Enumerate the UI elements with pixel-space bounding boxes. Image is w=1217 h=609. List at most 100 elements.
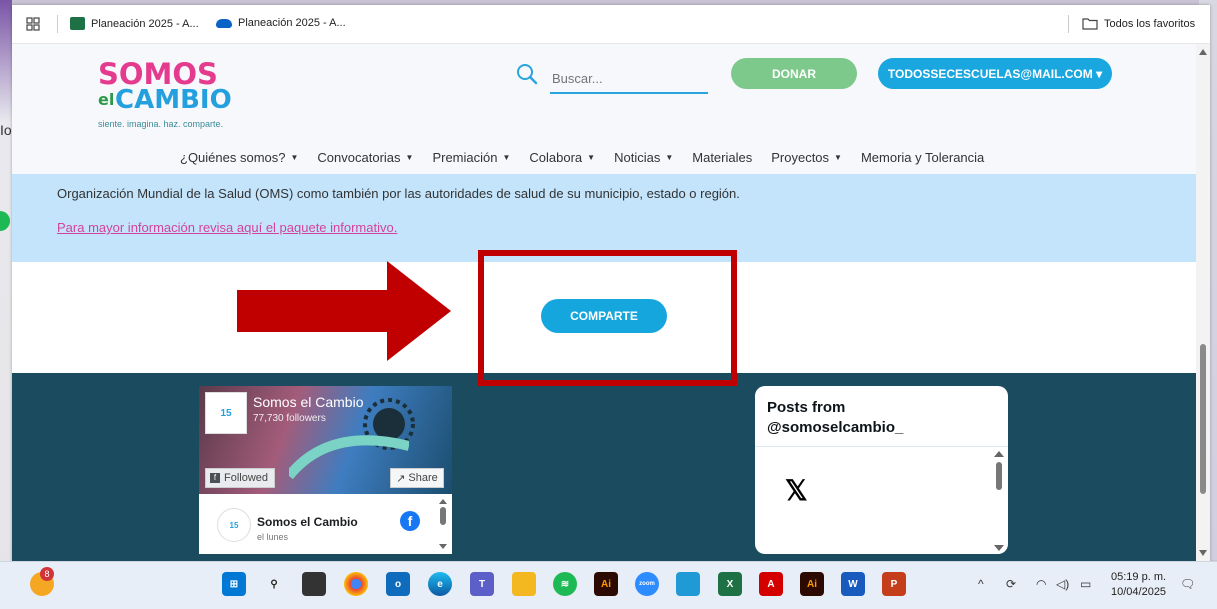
onedrive-icon bbox=[216, 18, 232, 28]
illustrator-icon-2[interactable]: Ai bbox=[800, 572, 824, 596]
favorites-separator bbox=[1068, 15, 1069, 33]
folder-icon bbox=[1082, 18, 1098, 30]
bookmark-label: Planeación 2025 - A... bbox=[238, 17, 346, 29]
caret-down-icon: ▼ bbox=[290, 153, 299, 162]
search-icon[interactable] bbox=[515, 62, 539, 86]
x-timeline-title[interactable]: Posts from @somoselcambio_ bbox=[767, 398, 967, 438]
caret-down-icon: ▼ bbox=[502, 153, 511, 162]
clock-time: 05:19 p. m. bbox=[1111, 571, 1167, 583]
paint-icon[interactable] bbox=[676, 572, 700, 596]
x-timeline-widget[interactable]: Posts from @somoselcambio_ 𝕏 bbox=[755, 386, 1008, 554]
info-package-link[interactable]: Para mayor información revisa aquí el pa… bbox=[57, 220, 397, 235]
edge-icon[interactable]: e bbox=[428, 572, 452, 596]
red-arrow-icon bbox=[237, 261, 451, 361]
nav-label: Memoria y Tolerancia bbox=[860, 150, 985, 165]
share-label: Share bbox=[408, 472, 438, 484]
post-author-avatar: 15 bbox=[217, 508, 251, 542]
outlook-icon[interactable]: o bbox=[386, 572, 410, 596]
caret-down-icon: ▼ bbox=[587, 153, 596, 162]
file-explorer-icon[interactable] bbox=[512, 572, 536, 596]
nav-label: Proyectos bbox=[771, 150, 830, 165]
facebook-small-icon: f bbox=[210, 473, 220, 483]
main-nav: ¿Quiénes somos? ▼ Convocatorias ▼ Premiaci… bbox=[180, 150, 1003, 165]
facebook-page-widget[interactable]: 15 Somos el Cambio 77,730 followers f Fo… bbox=[199, 386, 452, 554]
logo-tagline: siente. imagina. haz. comparte. bbox=[98, 119, 224, 129]
facebook-logo-icon: f bbox=[400, 511, 420, 531]
logo-cambio: CAMBIO bbox=[115, 85, 232, 115]
x-logo-icon: 𝕏 bbox=[785, 475, 808, 506]
info-text: Organización Mundial de la Salud (OMS) c… bbox=[57, 186, 740, 201]
nav-premiacion[interactable]: Premiación ▼ bbox=[432, 150, 510, 165]
facebook-page-avatar: 15 bbox=[205, 392, 247, 434]
facebook-share-button[interactable]: ↗ Share bbox=[390, 468, 444, 488]
show-hidden-icons[interactable]: ^ bbox=[978, 577, 984, 591]
bookmark-planeacion-onedrive[interactable]: Planeación 2025 - A... bbox=[216, 17, 346, 29]
clock-date: 10/04/2025 bbox=[1111, 586, 1167, 598]
nav-label: ¿Quiénes somos? bbox=[180, 150, 286, 165]
task-view-icon[interactable] bbox=[302, 572, 326, 596]
post-author-name[interactable]: Somos el Cambio bbox=[257, 515, 358, 529]
logo-el: el bbox=[98, 90, 115, 109]
post-time: el lunes bbox=[257, 532, 289, 542]
info-banner: Organización Mundial de la Salud (OMS) c… bbox=[12, 174, 1196, 262]
excel-icon[interactable]: X bbox=[718, 572, 742, 596]
illustrator-icon[interactable]: Ai bbox=[594, 572, 618, 596]
nav-label: Colabora bbox=[529, 150, 583, 165]
windows-start-icon[interactable]: ⊞ bbox=[222, 572, 246, 596]
wifi-icon[interactable]: ◠ bbox=[1036, 577, 1046, 591]
sync-icon[interactable]: ⟳ bbox=[1006, 577, 1016, 591]
site-header: SOMOS el CAMBIO siente. imagina. haz. co… bbox=[12, 44, 1196, 174]
all-favorites-folder[interactable]: Todos los favoritos bbox=[1082, 17, 1195, 30]
volume-icon[interactable]: ◁) bbox=[1056, 577, 1069, 591]
nav-label: Noticias bbox=[614, 150, 661, 165]
nav-proyectos[interactable]: Proyectos ▼ bbox=[771, 150, 842, 165]
search-icon[interactable]: ⚲ bbox=[262, 572, 286, 596]
notifications-icon[interactable]: 🗨 bbox=[1180, 577, 1195, 591]
nav-colabora[interactable]: Colabora ▼ bbox=[529, 150, 595, 165]
teams-icon[interactable]: T bbox=[470, 572, 494, 596]
chrome-icon[interactable] bbox=[344, 572, 368, 596]
system-clock[interactable]: 05:19 p. m. 10/04/2025 bbox=[1111, 570, 1166, 600]
bookmarks-separator bbox=[57, 15, 58, 33]
acrobat-icon[interactable]: A bbox=[759, 572, 783, 596]
desktop-window-fragment: Io bbox=[0, 122, 12, 138]
caret-down-icon: ▼ bbox=[405, 153, 414, 162]
nav-convocatorias[interactable]: Convocatorias ▼ bbox=[317, 150, 413, 165]
bookmark-planeacion-excel[interactable]: Planeación 2025 - A... bbox=[70, 17, 199, 30]
nav-memoria-tolerancia[interactable]: Memoria y Tolerancia bbox=[861, 150, 984, 165]
powerpoint-icon[interactable]: P bbox=[882, 572, 906, 596]
nav-label: Materiales bbox=[692, 150, 753, 165]
x-divider bbox=[755, 446, 1008, 447]
nav-quienes-somos[interactable]: ¿Quiénes somos? ▼ bbox=[180, 150, 298, 165]
nav-label: Premiación bbox=[432, 150, 498, 165]
facebook-page-name[interactable]: Somos el Cambio bbox=[253, 394, 364, 410]
facebook-post: 15 Somos el Cambio el lunes f bbox=[199, 496, 452, 554]
account-menu-button[interactable]: TODOSSECESCUELAS@MAIL.COM ▾ bbox=[878, 58, 1112, 89]
apps-grid-icon[interactable] bbox=[26, 17, 40, 31]
nav-noticias[interactable]: Noticias ▼ bbox=[614, 150, 673, 165]
share-arrow-icon: ↗ bbox=[396, 472, 406, 485]
notification-badge: 8 bbox=[40, 567, 54, 581]
bookmark-label: Planeación 2025 - A... bbox=[91, 17, 199, 30]
facebook-followed-button[interactable]: f Followed bbox=[205, 468, 275, 488]
desktop-background bbox=[0, 0, 12, 608]
facebook-widget-scrollbar[interactable] bbox=[438, 498, 448, 550]
zoom-icon[interactable]: zoom bbox=[635, 572, 659, 596]
site-logo[interactable]: SOMOS el CAMBIO siente. imagina. haz. co… bbox=[98, 57, 258, 137]
caret-down-icon: ▼ bbox=[834, 153, 842, 162]
x-widget-scrollbar[interactable] bbox=[993, 450, 1005, 552]
excel-icon bbox=[70, 17, 85, 30]
page-scrollbar[interactable] bbox=[1196, 44, 1210, 561]
nav-materiales[interactable]: Materiales bbox=[692, 150, 752, 165]
social-footer: 15 Somos el Cambio 77,730 followers f Fo… bbox=[12, 373, 1196, 561]
followed-label: Followed bbox=[224, 472, 269, 484]
bookmarks-bar: Planeación 2025 - A... Planeación 2025 -… bbox=[12, 5, 1210, 44]
spotify-icon[interactable]: ≋ bbox=[553, 572, 577, 596]
donate-button[interactable]: DONAR bbox=[731, 58, 857, 89]
nav-label: Convocatorias bbox=[317, 150, 401, 165]
search-input[interactable] bbox=[550, 64, 708, 94]
word-icon[interactable]: W bbox=[841, 572, 865, 596]
facebook-followers-count: 77,730 followers bbox=[253, 413, 326, 424]
battery-icon[interactable]: ▭ bbox=[1080, 577, 1091, 591]
highlight-box bbox=[478, 250, 737, 386]
